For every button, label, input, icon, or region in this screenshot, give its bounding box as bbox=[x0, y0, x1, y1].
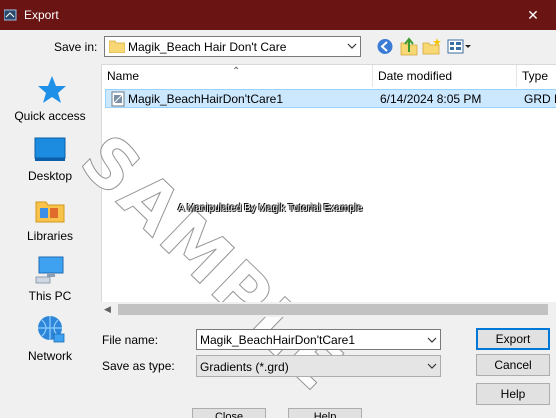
cancel-button[interactable]: Cancel bbox=[476, 354, 550, 376]
column-header-type[interactable]: Type bbox=[517, 65, 556, 87]
libraries-icon bbox=[35, 201, 65, 223]
column-header-name[interactable]: ⌃ Name bbox=[102, 65, 373, 87]
save-in-value: Magik_Beach Hair Don't Care bbox=[128, 40, 287, 54]
save-as-type-label: Save as type: bbox=[102, 359, 175, 373]
place-label: Libraries bbox=[26, 229, 74, 243]
this-pc-icon bbox=[35, 256, 64, 284]
place-libraries[interactable]: Libraries bbox=[0, 190, 100, 250]
up-folder-icon[interactable] bbox=[399, 37, 419, 56]
chevron-down-icon[interactable] bbox=[427, 361, 437, 371]
save-in-dropdown[interactable]: Magik_Beach Hair Don't Care bbox=[104, 36, 361, 57]
help-button[interactable]: Help bbox=[476, 383, 550, 405]
background-help-button: Help bbox=[288, 408, 362, 418]
title-bar: Export ✕ bbox=[0, 0, 556, 30]
desktop-icon bbox=[34, 137, 66, 161]
file-name-cell: Magik_BeachHairDon'tCare1 bbox=[128, 92, 284, 106]
file-date-cell: 6/14/2024 8:05 PM bbox=[380, 92, 482, 106]
place-label: This PC bbox=[28, 289, 72, 303]
watermark-caption: A Manipulated By Magik Tutorial Example bbox=[178, 203, 363, 214]
export-button[interactable]: Export bbox=[476, 328, 550, 350]
column-header-date-modified[interactable]: Date modified bbox=[373, 65, 517, 87]
background-close-button: Close bbox=[192, 408, 266, 418]
places-bar: Quick access Desktop Libraries This PC N… bbox=[0, 64, 100, 384]
scroll-left-icon[interactable]: ◀ bbox=[104, 304, 111, 315]
place-network[interactable]: Network bbox=[0, 310, 100, 370]
scrollbar-thumb[interactable] bbox=[118, 304, 548, 315]
folder-icon bbox=[109, 40, 125, 53]
file-name-input[interactable]: Magik_BeachHairDon'tCare1 bbox=[196, 329, 441, 350]
network-icon bbox=[38, 316, 65, 343]
place-this-pc[interactable]: This PC bbox=[0, 250, 100, 310]
file-type-cell: GRD F bbox=[524, 92, 556, 106]
save-in-label: Save in: bbox=[54, 40, 98, 54]
close-window-button[interactable]: ✕ bbox=[510, 0, 556, 30]
views-menu-icon[interactable] bbox=[446, 37, 472, 56]
place-quick-access[interactable]: Quick access bbox=[0, 70, 100, 130]
grd-file-icon bbox=[111, 91, 125, 107]
chevron-down-icon[interactable] bbox=[347, 41, 357, 51]
file-row[interactable]: Magik_BeachHairDon'tCare1 6/14/2024 8:05… bbox=[105, 89, 556, 108]
new-folder-icon[interactable] bbox=[422, 37, 442, 56]
back-icon[interactable] bbox=[375, 37, 395, 56]
file-name-value: Magik_BeachHairDon'tCare1 bbox=[200, 333, 356, 347]
photoshop-app-icon bbox=[4, 9, 17, 21]
place-label: Network bbox=[27, 349, 72, 363]
quick-access-star-icon bbox=[38, 76, 66, 103]
chevron-down-icon[interactable] bbox=[427, 335, 437, 345]
save-as-type-select[interactable]: Gradients (*.grd) bbox=[196, 355, 441, 377]
horizontal-scrollbar[interactable]: ◀ bbox=[101, 302, 556, 317]
place-label: Quick access bbox=[14, 109, 86, 123]
file-name-label: File name: bbox=[102, 333, 159, 347]
window-title: Export bbox=[24, 8, 59, 22]
save-as-type-value: Gradients (*.grd) bbox=[200, 360, 289, 374]
sort-ascending-icon: ⌃ bbox=[232, 66, 241, 77]
